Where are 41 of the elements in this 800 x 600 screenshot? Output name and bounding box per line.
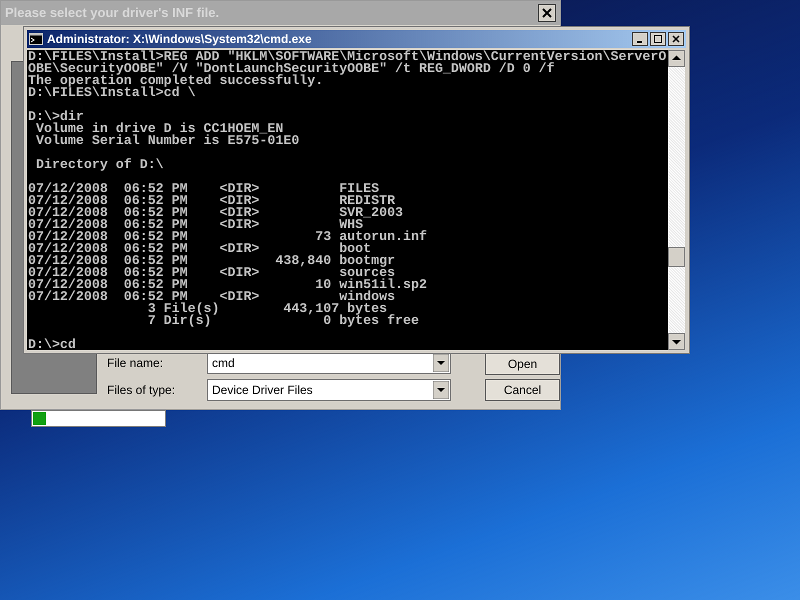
- console-line: D:\>cd: [28, 339, 77, 350]
- console-line: D:\FILES\Install>REG ADD "HKLM\SOFTWARE\Microsoft\Windows\CurrentVersion\ServerO: [28, 51, 667, 63]
- console-line: D:\FILES\Install>cd \: [28, 87, 196, 99]
- console-line: 07/12/2008 06:52 PM 10 win51il.sp2: [28, 279, 428, 291]
- console-line: 7 Dir(s) 0 bytes free: [146, 315, 420, 327]
- close-icon: [672, 35, 680, 43]
- console-line: Volume in drive D is CC1HOEM_EN: [34, 123, 284, 135]
- console-line: 07/12/2008 06:52 PM <DIR> sources: [28, 267, 396, 279]
- console-line: 07/12/2008 06:52 PM 438,840 bootmgr: [28, 255, 396, 267]
- console-icon: [29, 33, 43, 45]
- close-button[interactable]: [538, 4, 556, 22]
- console-line: 07/12/2008 06:52 PM <DIR> boot: [28, 243, 372, 255]
- maximize-icon: [654, 35, 662, 43]
- console-line: 07/12/2008 06:52 PM <DIR> FILES: [28, 183, 380, 195]
- maximize-button[interactable]: [650, 32, 666, 46]
- console-title: Administrator: X:\Windows\System32\cmd.exe: [47, 31, 312, 48]
- field-label: File name:: [107, 355, 164, 372]
- combo-box[interactable]: cmd: [207, 352, 451, 374]
- close-icon: [542, 8, 552, 18]
- console-line: The operation completed successfully.: [28, 75, 324, 87]
- console-line: 07/12/2008 06:52 PM <DIR> WHS: [28, 219, 364, 231]
- console-line: Volume Serial Number is E575-01E0: [34, 135, 300, 147]
- console-line: 07/12/2008 06:52 PM <DIR> windows: [28, 291, 396, 303]
- minimize-button[interactable]: [632, 32, 648, 46]
- field-label: Files of type:: [107, 382, 176, 399]
- scroll-up-icon[interactable]: [668, 50, 685, 67]
- scrollbar[interactable]: [668, 50, 685, 350]
- console-line: 07/12/2008 06:52 PM 73 autorun.inf: [28, 231, 428, 243]
- console-line: D:\>dir: [28, 111, 85, 123]
- scroll-thumb[interactable]: [668, 247, 685, 267]
- console-line: 07/12/2008 06:52 PM <DIR> SVR_2003: [28, 207, 404, 219]
- console-line: OBE\SecurityOOBE" /V "DontLaunchSecurityOOBE" /t REG_DWORD /D 0 /f: [28, 63, 556, 75]
- dialog-button[interactable]: Open: [485, 353, 560, 375]
- combo-box[interactable]: Device Driver Files: [207, 379, 451, 401]
- console-line: 07/12/2008 06:52 PM <DIR> REDISTR: [28, 195, 396, 207]
- close-button[interactable]: [668, 32, 684, 46]
- console-line: Directory of D:\: [34, 159, 165, 171]
- dropdown-arrow-icon: [433, 381, 449, 399]
- console-line: 3 File(s) 443,107 bytes: [146, 303, 388, 315]
- scroll-down-icon[interactable]: [668, 333, 685, 350]
- dialog-button[interactable]: Cancel: [485, 379, 560, 401]
